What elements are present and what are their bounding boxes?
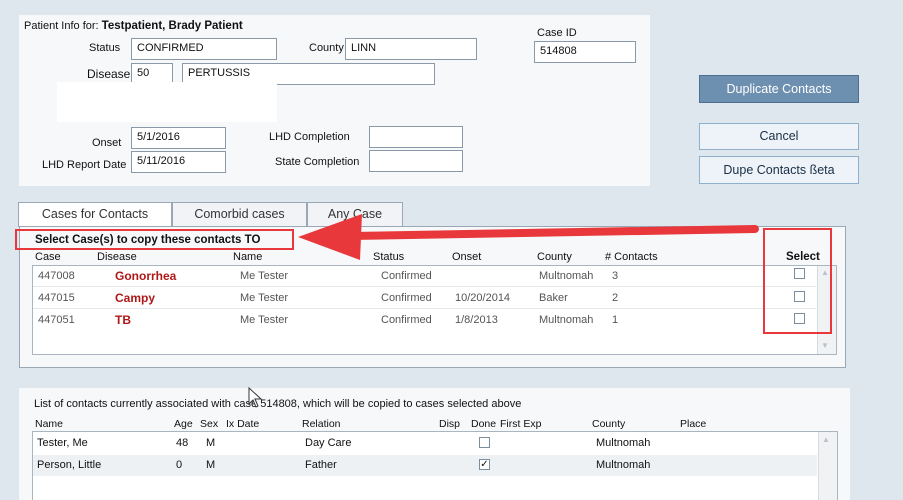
dupe-contacts-beta-button[interactable]: Dupe Contacts ßeta	[699, 156, 859, 184]
contact-name: Tester, Me	[37, 437, 88, 449]
case-name: Me Tester	[240, 270, 289, 282]
done-checkbox[interactable]: ✓	[479, 459, 490, 470]
state-completion-field[interactable]	[369, 150, 463, 172]
instruction-text: Select Case(s) to copy these contacts TO	[35, 234, 261, 246]
lhd-report-date-label: LHD Report Date	[42, 159, 127, 171]
mouse-pointer-icon	[248, 387, 263, 408]
case-county: Multnomah	[539, 314, 594, 326]
county-label: County	[309, 42, 344, 54]
col-place: Place	[680, 418, 707, 430]
contact-sex: M	[206, 437, 216, 449]
contacts-scrollbar[interactable]: ▲	[818, 432, 837, 500]
status-field[interactable]: CONFIRMED	[131, 38, 277, 60]
case-county: Multnomah	[539, 270, 594, 282]
list-item[interactable]	[33, 432, 817, 454]
lhd-report-date-field[interactable]: 5/11/2016	[131, 151, 226, 173]
case-disease: Campy	[115, 291, 156, 305]
case-contacts: 3	[612, 270, 619, 282]
redacted-area	[57, 82, 277, 122]
select-column-highlight	[763, 228, 832, 334]
done-checkbox[interactable]	[479, 437, 490, 448]
contact-county: Multnomah	[596, 437, 651, 449]
contacts-caption: List of contacts currently associated wi…	[34, 398, 522, 410]
col-first-exp: First Exp	[500, 418, 542, 430]
case-number: 447051	[38, 314, 75, 326]
case-number: 447008	[38, 270, 75, 282]
col-case: Case	[35, 251, 61, 263]
col-age: Age	[174, 418, 193, 430]
contact-relation: Day Care	[305, 437, 352, 449]
col-relation: Relation	[302, 418, 341, 430]
case-name: Me Tester	[240, 292, 289, 304]
patient-name: Testpatient, Brady Patient	[101, 20, 243, 32]
tab-cases-for-contacts[interactable]: Cases for Contacts	[18, 202, 172, 227]
contact-county: Multnomah	[596, 459, 651, 471]
onset-label: Onset	[92, 137, 122, 149]
col-ix-date: Ix Date	[226, 418, 260, 430]
case-disease: TB	[115, 313, 131, 327]
contact-age: 0	[176, 459, 183, 471]
col-disease: Disease	[97, 251, 137, 263]
case-id-label: Case ID	[537, 27, 577, 39]
col-sex: Sex	[200, 418, 219, 430]
patient-info-header: Patient Info for: Testpatient, Brady Pat…	[24, 20, 243, 32]
col-contact-name: Name	[35, 418, 64, 430]
case-contacts: 2	[612, 292, 619, 304]
scroll-up-icon[interactable]: ▲	[822, 435, 830, 444]
case-id-field[interactable]: 514808	[534, 41, 636, 63]
case-number: 447015	[38, 292, 75, 304]
tab-comorbid-cases[interactable]: Comorbid cases	[172, 202, 307, 226]
list-item[interactable]	[33, 455, 817, 476]
col-disp: Disp	[439, 418, 461, 430]
contact-sex: M	[206, 459, 216, 471]
contact-age: 48	[176, 437, 189, 449]
patient-info-label: Patient Info for:	[24, 20, 99, 32]
onset-field[interactable]: 5/1/2016	[131, 127, 226, 149]
case-status: Confirmed	[381, 314, 432, 326]
status-label: Status	[89, 42, 121, 54]
col-name: Name	[233, 251, 263, 263]
disease-label: Disease	[87, 67, 131, 81]
case-county: Baker	[539, 292, 568, 304]
duplicate-contacts-button[interactable]: Duplicate Contacts	[699, 75, 859, 103]
county-field[interactable]: LINN	[345, 38, 477, 60]
lhd-completion-label: LHD Completion	[269, 131, 350, 143]
contact-relation: Father	[305, 459, 337, 471]
red-arrow-icon	[298, 214, 759, 260]
scroll-down-icon[interactable]: ▼	[821, 341, 829, 350]
case-disease: Gonorrhea	[115, 269, 177, 283]
col-contact-county: County	[592, 418, 626, 430]
contact-name: Person, Little	[37, 459, 102, 471]
case-contacts: 1	[612, 314, 619, 326]
lhd-completion-field[interactable]	[369, 126, 463, 148]
case-name: Me Tester	[240, 314, 289, 326]
patient-info-panel: Patient Info for: Testpatient, Brady Pat…	[19, 15, 650, 186]
state-completion-label: State Completion	[275, 156, 360, 168]
case-onset: 10/20/2014	[455, 292, 511, 304]
case-status: Confirmed	[381, 292, 432, 304]
col-done: Done	[471, 418, 497, 430]
case-onset: 1/8/2013	[455, 314, 498, 326]
case-status: Confirmed	[381, 270, 432, 282]
cancel-button[interactable]: Cancel	[699, 123, 859, 150]
